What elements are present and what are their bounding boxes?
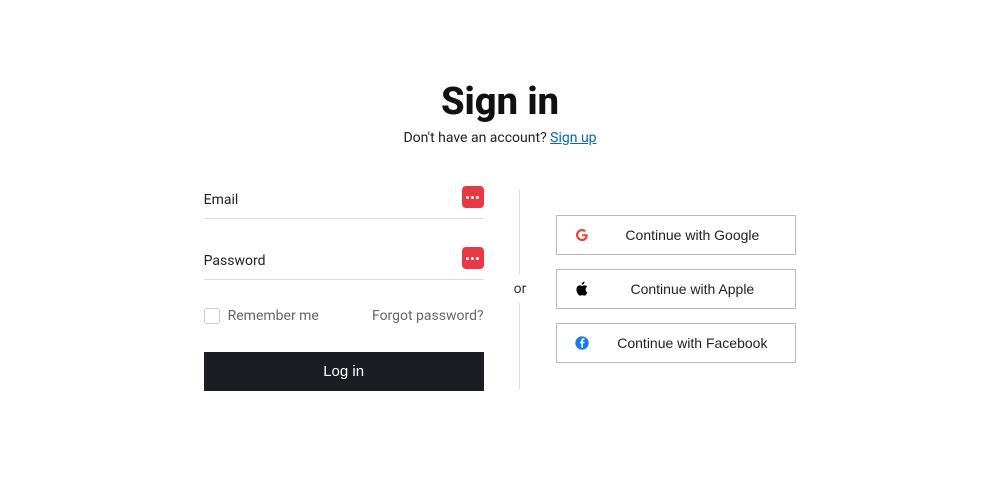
remember-me-label[interactable]: Remember me xyxy=(204,308,319,324)
google-login-button[interactable]: Continue with Google xyxy=(556,215,796,255)
or-label: or xyxy=(514,275,527,303)
divider: or xyxy=(514,189,527,389)
google-icon xyxy=(573,226,591,244)
signup-link[interactable]: Sign up xyxy=(550,130,596,146)
email-input[interactable] xyxy=(204,186,484,219)
page-title: Sign in xyxy=(403,80,596,124)
password-field-wrapper: Password xyxy=(204,247,484,280)
facebook-label: Continue with Facebook xyxy=(605,335,779,351)
password-manager-icon[interactable] xyxy=(462,247,484,269)
login-button[interactable]: Log in xyxy=(204,352,484,391)
password-input[interactable] xyxy=(204,247,484,280)
facebook-login-button[interactable]: Continue with Facebook xyxy=(556,323,796,363)
google-label: Continue with Google xyxy=(605,227,779,243)
facebook-icon xyxy=(573,334,591,352)
signup-prefix: Don't have an account? xyxy=(403,130,550,146)
password-manager-icon[interactable] xyxy=(462,186,484,208)
social-login-column: Continue with Google Continue with Apple… xyxy=(556,215,796,363)
email-field-wrapper: Email xyxy=(204,186,484,219)
forgot-password-link[interactable]: Forgot password? xyxy=(372,308,484,324)
remember-text: Remember me xyxy=(228,308,319,324)
form-options-row: Remember me Forgot password? xyxy=(204,308,484,324)
login-form: Email Password Remember me Forgot passwo… xyxy=(204,186,484,391)
remember-checkbox[interactable] xyxy=(204,308,220,324)
apple-login-button[interactable]: Continue with Apple xyxy=(556,269,796,309)
apple-icon xyxy=(573,280,591,298)
apple-label: Continue with Apple xyxy=(605,281,779,297)
signup-prompt: Don't have an account? Sign up xyxy=(403,130,596,146)
